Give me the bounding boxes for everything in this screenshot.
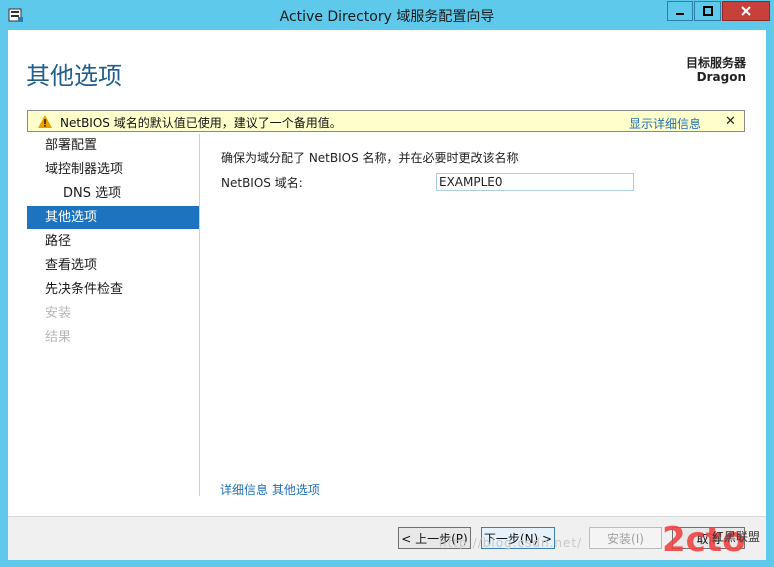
nav-divider (199, 134, 200, 496)
maximize-icon (702, 6, 713, 16)
nav-item-prereq[interactable]: 先决条件检查 (27, 278, 199, 301)
nav-item-results: 结果 (45, 330, 72, 345)
page-title: 其他选项 (26, 62, 122, 90)
wizard-footer: < 上一步(P) 下一步(N) > 安装(I) 取消 (8, 516, 766, 560)
netbios-label: NetBIOS 域名: (221, 176, 303, 190)
close-icon (741, 6, 751, 16)
more-info-link[interactable]: 详细信息 其他选项 (220, 481, 320, 498)
nav-item-dc-options[interactable]: 域控制器选项 (27, 158, 199, 181)
wizard-window: Active Directory 域服务配置向导 其他选项 目标服务器 Drag… (0, 0, 774, 567)
wizard-nav: 部署配置 域控制器选项 DNS 选项 其他选项 路径 查看选项 先决条件检查 安… (27, 134, 199, 496)
wizard-client-area: 其他选项 目标服务器 Dragon NetBIOS 域名的默认值已使用，建议了一… (8, 30, 766, 560)
watermark-brand: 红黑联盟 (712, 530, 761, 544)
nav-item-deployment[interactable]: 部署配置 (27, 134, 199, 157)
watermark-url: http://blog.csdn.net/ (439, 536, 583, 550)
content-description: 确保为域分配了 NetBIOS 名称，并在必要时更改该名称 (221, 151, 519, 165)
netbios-input[interactable] (436, 173, 634, 191)
target-server-label: 目标服务器 (685, 56, 746, 70)
warning-bar: NetBIOS 域名的默认值已使用，建议了一个备用值。 显示详细信息 ✕ (27, 110, 745, 132)
nav-item-paths[interactable]: 路径 (27, 230, 199, 253)
target-server-name: Dragon (696, 70, 746, 84)
close-warning-icon[interactable]: ✕ (725, 114, 736, 129)
nav-item-dns-options[interactable]: DNS 选项 (27, 182, 199, 205)
minimize-button[interactable] (667, 1, 693, 21)
show-details-link[interactable]: 显示详细信息 (629, 115, 701, 132)
nav-item-review[interactable]: 查看选项 (27, 254, 199, 277)
window-title: Active Directory 域服务配置向导 (279, 9, 495, 25)
title-bar[interactable]: Active Directory 域服务配置向导 (0, 0, 774, 30)
warning-text: NetBIOS 域名的默认值已使用，建议了一个备用值。 (60, 116, 342, 130)
nav-item-additional-options[interactable]: 其他选项 (27, 206, 199, 229)
close-window-button[interactable] (722, 1, 770, 21)
warning-icon (38, 115, 52, 128)
maximize-button[interactable] (694, 1, 721, 21)
minimize-icon (676, 13, 684, 15)
nav-item-install: 安装 (45, 306, 72, 321)
install-button: 安装(I) (589, 527, 662, 549)
